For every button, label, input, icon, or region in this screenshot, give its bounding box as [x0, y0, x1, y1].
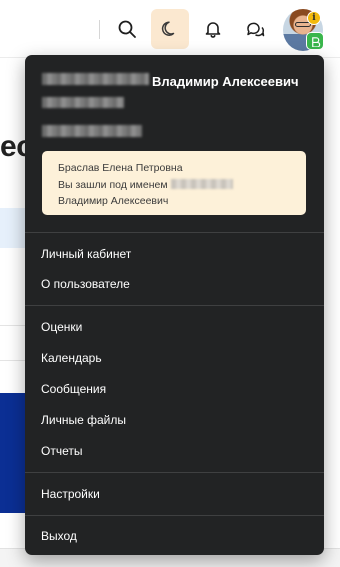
- user-menu-popup: Владимир Алексеевич Браслав Елена Петров…: [25, 55, 324, 555]
- menu-divider: [25, 472, 324, 473]
- theme-toggle-button[interactable]: [151, 9, 189, 49]
- impersonated-name: Владимир Алексеевич: [58, 195, 169, 207]
- redacted-impersonated-name: [170, 178, 233, 189]
- header-separator: [99, 20, 100, 39]
- top-header: i: [0, 0, 340, 58]
- menu-item-calendar[interactable]: Календарь: [41, 348, 102, 368]
- messages-button[interactable]: [236, 9, 274, 49]
- impersonation-label: Вы зашли под именем: [58, 178, 168, 191]
- impersonator-name: Браслав Елена Петровна: [58, 162, 183, 174]
- search-button[interactable]: [108, 9, 146, 49]
- moon-icon: [161, 21, 175, 36]
- logo-icon: [306, 32, 324, 50]
- menu-divider: [25, 305, 324, 306]
- redacted-user-info: [42, 97, 124, 108]
- menu-item-personal-account[interactable]: Личный кабинет: [41, 244, 131, 264]
- menu-item-settings[interactable]: Настройки: [41, 484, 100, 504]
- user-name: Владимир Алексеевич: [152, 74, 299, 89]
- redacted-user-info: [42, 125, 142, 137]
- menu-divider: [25, 515, 324, 516]
- chat-icon: [247, 22, 265, 37]
- bell-icon: [205, 22, 221, 38]
- menu-divider: [25, 232, 324, 233]
- menu-item-grades[interactable]: Оценки: [41, 317, 82, 337]
- redacted-surname: [42, 73, 149, 85]
- menu-item-logout[interactable]: Выход: [41, 526, 77, 546]
- menu-item-about-user[interactable]: О пользователе: [41, 274, 130, 294]
- notifications-button[interactable]: [194, 9, 232, 49]
- menu-item-personal-files[interactable]: Личные файлы: [41, 410, 126, 430]
- menu-item-messages[interactable]: Сообщения: [41, 379, 106, 399]
- menu-item-reports[interactable]: Отчеты: [41, 441, 82, 461]
- impersonation-notice: Браслав Елена Петровна Вы зашли под имен…: [42, 151, 306, 215]
- impersonation-text: Вы зашли под именем: [58, 177, 306, 194]
- info-icon: i: [307, 11, 321, 25]
- search-icon: [118, 20, 136, 38]
- page-heading-fragment: ест: [0, 130, 26, 163]
